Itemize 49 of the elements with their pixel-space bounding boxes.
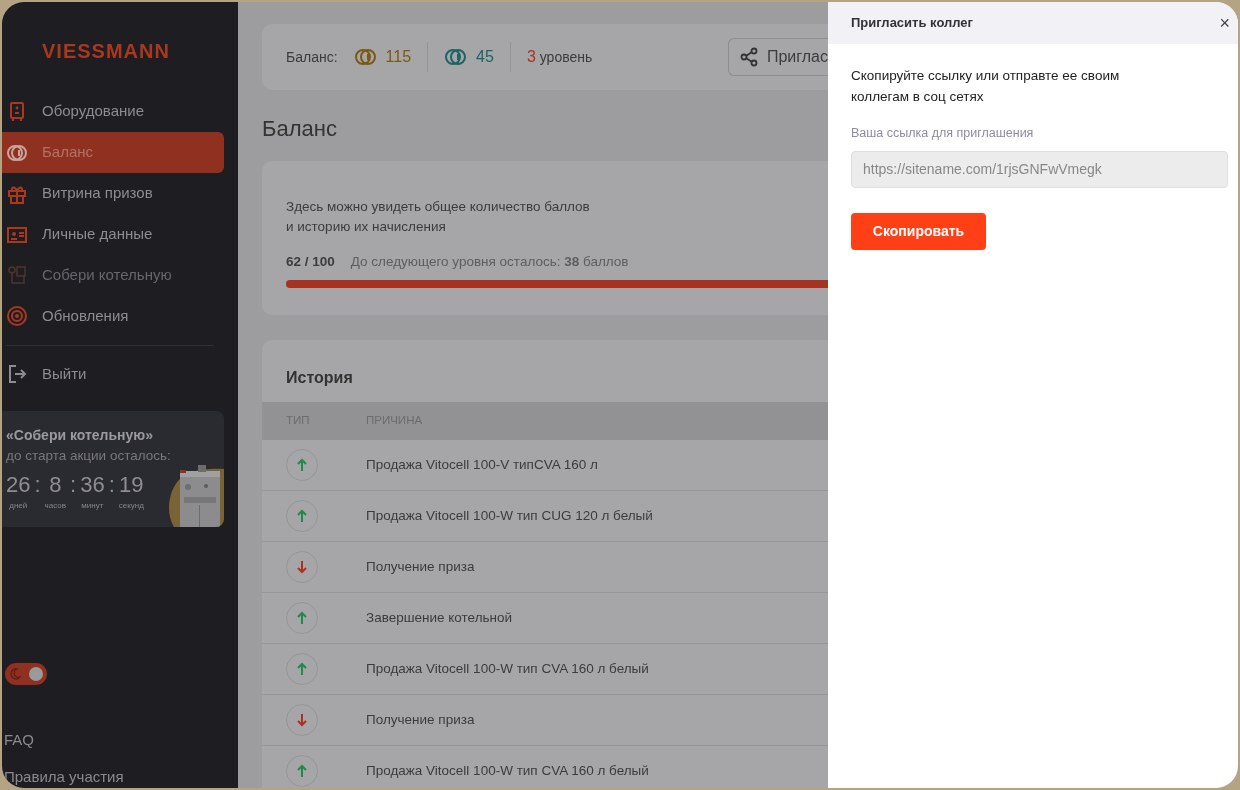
link-field[interactable]: https://sitename.com/1rjsGNFwVmegk	[851, 150, 1228, 188]
timer-unit: минут	[81, 500, 104, 513]
table-cell-text: Получение приза	[366, 557, 475, 576]
logout-link[interactable]: Выйти	[2, 353, 224, 395]
field-label: Ваша ссылка для приглашения	[850, 124, 1035, 142]
copy-button[interactable]: Скопировать	[851, 212, 986, 250]
table-cell-text: Продажа Vitocell 100-W тип CVA 160 л белый	[366, 761, 649, 780]
nav-item[interactable]: Витрина призов	[2, 173, 224, 215]
timer-unit: секунд	[118, 500, 144, 513]
moon-icon	[9, 668, 21, 681]
nav-item[interactable]: Оборудование	[2, 91, 224, 133]
level-label: уровень	[539, 47, 593, 67]
summary-text: Здесь можно увидеть общее количество баллов и историю их начисления	[286, 198, 591, 237]
timer-unit: часов	[44, 500, 66, 513]
drawer-title: Пригласить коллег	[851, 14, 973, 33]
nav-item[interactable]: Обновления	[2, 296, 224, 337]
theme-toggle[interactable]	[5, 663, 47, 686]
close-button[interactable]: ×	[1215, 14, 1234, 32]
target-icon	[6, 305, 28, 328]
drawer-text: Скопируйте ссылку или отправте ее своим коллегам в соц сетях	[850, 67, 1121, 106]
progress-note: До следующего уровня осталось: 38 баллов	[350, 252, 629, 271]
footer-link[interactable]: FAQ	[2, 729, 238, 752]
logo: VIESSMANN	[41, 39, 171, 64]
progress-value: 62 / 100	[286, 252, 335, 271]
balance-value: 115	[385, 47, 412, 67]
timer-value: 19	[119, 474, 144, 497]
timer-separator: :	[34, 474, 41, 497]
table-cell-text: Завершение котельной	[366, 608, 513, 627]
footer-link[interactable]: Правила участия	[2, 765, 238, 788]
timer-separator: :	[108, 474, 115, 497]
balance-value: 45	[476, 47, 494, 67]
history-title: История	[285, 368, 354, 388]
table-cell-text: Получение приза	[366, 710, 475, 729]
timer-value: 26	[6, 474, 31, 497]
balance-label: Баланс:	[286, 47, 338, 67]
table-cell-text: Продажа Vitocell 100-W тип CUG 120 л белый	[366, 506, 653, 525]
timer-unit: дней	[9, 500, 28, 513]
nav-item[interactable]: Личные данные	[2, 214, 224, 256]
table-cell-text: Продажа Vitocell 100-W тип CVA 160 л белый	[366, 659, 649, 678]
logout-icon	[6, 363, 28, 386]
promo-subtitle: до старта акции осталось:	[6, 446, 172, 465]
timer-separator: :	[70, 474, 77, 497]
level-number: 3	[526, 47, 536, 67]
timer-value: 36	[80, 474, 105, 497]
share-icon	[738, 47, 759, 67]
promo-title: «Собери котельную»	[6, 425, 155, 445]
page-title: Баланс	[262, 115, 338, 143]
table-cell-text: Продажа Vitocell 100-V типCVA 160 л	[366, 455, 598, 474]
timer-value: 8	[49, 474, 62, 497]
